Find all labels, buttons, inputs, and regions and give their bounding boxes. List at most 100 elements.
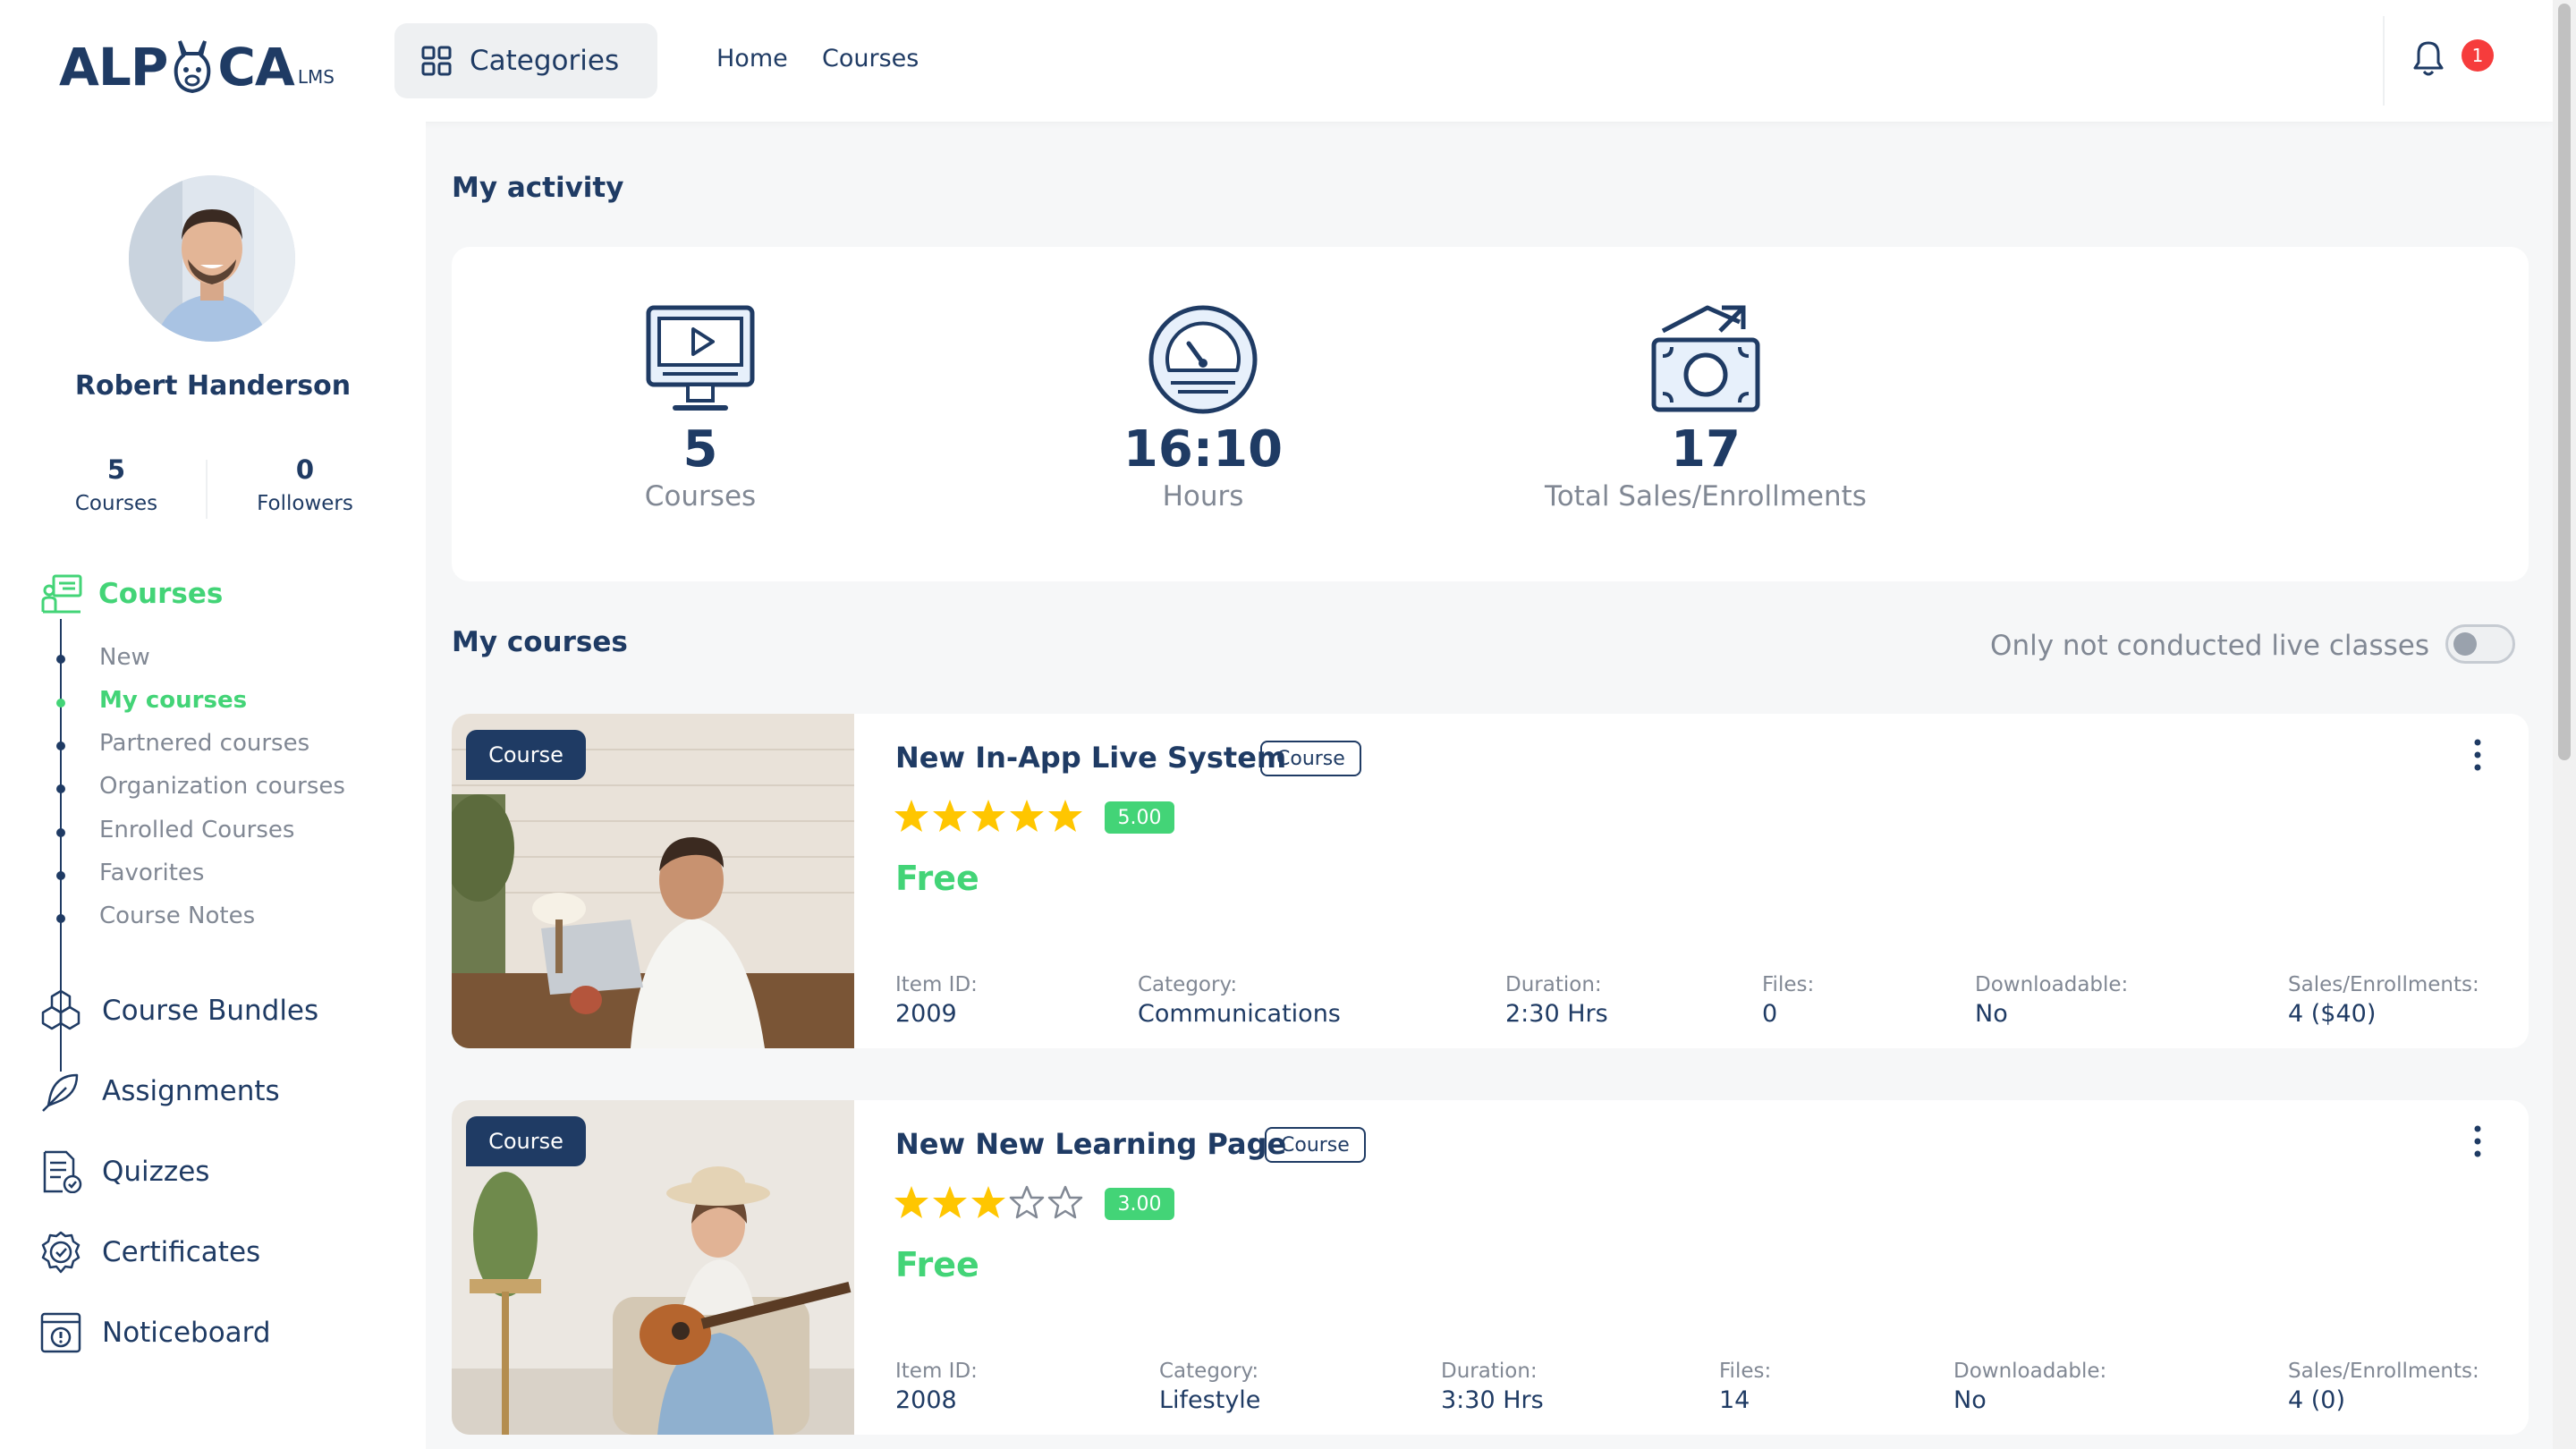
meta-value: Communications (1138, 1000, 1341, 1028)
user-name: Robert Handerson (74, 370, 352, 402)
more-vertical-icon[interactable] (2473, 737, 2482, 773)
sidebar-item-quizzes[interactable]: Quizzes (39, 1150, 209, 1193)
stat-divider (206, 460, 208, 519)
star-filled-icon (933, 1186, 967, 1218)
submenu-item-new[interactable]: New (99, 644, 150, 671)
meta-label: Item ID: (895, 973, 978, 996)
rating-badge: 5.00 (1105, 801, 1174, 834)
sidebar-item-courses[interactable]: Courses (41, 574, 223, 614)
submenu-item-organization-courses[interactable]: Organization courses (99, 773, 345, 800)
course-bundles-label: Course Bundles (102, 995, 319, 1027)
meta-value: 0 (1762, 1000, 1778, 1028)
meta-value: 14 (1719, 1386, 1750, 1414)
star-outline-icon (1009, 1185, 1045, 1219)
sidebar-item-certificates[interactable]: Certificates (39, 1231, 260, 1274)
notification-count-badge[interactable]: 1 (2462, 39, 2494, 72)
meta-label: Sales/Enrollments: (2288, 1360, 2479, 1383)
courses-stat: 5 Courses (27, 454, 206, 515)
course-price: Free (895, 859, 979, 898)
meta-label: Files: (1719, 1360, 1772, 1383)
meta-label: Sales/Enrollments: (2288, 973, 2479, 996)
meta-sales: Sales/Enrollments: 4 (0) (2288, 1360, 2479, 1414)
user-portrait-image (129, 175, 295, 342)
star-filled-icon (933, 800, 967, 832)
meta-item-id: Item ID: 2009 (895, 973, 978, 1028)
quiz-sheet-icon (43, 1150, 82, 1193)
scrollbar-thumb[interactable] (2558, 4, 2571, 760)
certificate-badge-icon (41, 1231, 80, 1274)
meta-sales: Sales/Enrollments: 4 ($40) (2288, 973, 2479, 1028)
quizzes-label: Quizzes (102, 1156, 210, 1188)
top-header: ALP CA LMS Categories Home Courses 1 (0, 0, 2553, 122)
course-thumbnail[interactable]: Course (452, 714, 854, 1048)
meta-label: Downloadable: (1953, 1360, 2107, 1383)
courses-count-label: Courses (74, 492, 158, 515)
star-filled-icon (971, 800, 1005, 832)
submenu-item-course-notes[interactable]: Course Notes (99, 902, 255, 929)
meta-category: Category: Communications (1138, 973, 1341, 1028)
course-card[interactable]: Course New In-App Live System Course 5.0… (452, 714, 2529, 1048)
logo-text-right: CA (217, 37, 294, 97)
course-thumbnail[interactable]: Course (452, 1100, 854, 1435)
sidebar-courses-label: Courses (98, 578, 224, 610)
nav-home-link[interactable]: Home (716, 45, 788, 72)
activity-sales: 17 Total Sales/Enrollments (1500, 304, 1911, 513)
submenu-dot (56, 871, 65, 880)
submenu-item-my-courses[interactable]: My courses (99, 687, 247, 714)
star-filled-icon (894, 1186, 928, 1218)
live-classes-toggle[interactable] (2445, 624, 2515, 664)
page-scrollbar[interactable] (2553, 0, 2576, 1449)
certificates-label: Certificates (102, 1236, 261, 1268)
sidebar-item-assignments[interactable]: Assignments (39, 1070, 280, 1113)
meta-label: Downloadable: (1975, 973, 2129, 996)
meta-downloadable: Downloadable: No (1975, 973, 2128, 1028)
activity-card: 5 Courses 16:10 Hours 17 Total Sales/Enr… (452, 247, 2529, 581)
submenu-item-favorites[interactable]: Favorites (99, 860, 204, 886)
course-price: Free (895, 1245, 979, 1284)
course-board-icon (41, 574, 82, 614)
activity-sales-value: 17 (1671, 420, 1741, 479)
course-title[interactable]: New In-App Live System (895, 741, 1286, 775)
sidebar-item-course-bundles[interactable]: Course Bundles (39, 989, 318, 1032)
submenu-dot (56, 914, 65, 923)
assignments-label: Assignments (102, 1075, 280, 1107)
noticeboard-icon (40, 1312, 81, 1353)
sidebar-item-noticeboard[interactable]: Noticeboard (39, 1311, 271, 1354)
categories-label: Categories (470, 45, 620, 77)
sidebar: Robert Handerson 5 Courses 0 Followers C… (0, 122, 426, 1449)
meta-value: 3:30 Hrs (1441, 1386, 1544, 1414)
meta-category: Category: Lifestyle (1159, 1360, 1260, 1414)
course-card[interactable]: Course New New Learning Page Course 3.00… (452, 1100, 2529, 1435)
course-type-tag: Course (1260, 741, 1361, 776)
nav-courses-link[interactable]: Courses (822, 45, 919, 72)
followers-count: 0 (295, 454, 315, 485)
bell-icon[interactable] (2411, 39, 2445, 77)
submenu-dot (56, 784, 65, 793)
grid-icon (421, 46, 452, 76)
meta-value: 4 (0) (2288, 1386, 2346, 1414)
submenu-item-enrolled-courses[interactable]: Enrolled Courses (99, 817, 294, 843)
submenu-item-partnered-courses[interactable]: Partnered courses (99, 730, 309, 757)
noticeboard-label: Noticeboard (102, 1317, 271, 1349)
meta-label: Duration: (1505, 973, 1602, 996)
my-courses-title: My courses (452, 626, 628, 658)
avatar[interactable] (129, 175, 295, 342)
rating-stars (894, 1184, 1086, 1220)
meta-value: 4 ($40) (2288, 1000, 2377, 1028)
star-filled-icon (894, 800, 928, 832)
submenu-dot (56, 655, 65, 664)
course-title[interactable]: New New Learning Page (895, 1127, 1286, 1161)
followers-count-label: Followers (257, 492, 353, 515)
llama-icon (174, 40, 211, 93)
star-outline-icon (1047, 1185, 1083, 1219)
more-vertical-icon[interactable] (2473, 1123, 2482, 1159)
meta-label: Files: (1762, 973, 1815, 996)
meta-duration: Duration: 3:30 Hrs (1441, 1360, 1544, 1414)
categories-button[interactable]: Categories (394, 23, 657, 98)
alpaca-lms-logo[interactable]: ALP CA LMS (59, 30, 335, 93)
rating-badge: 3.00 (1105, 1188, 1174, 1220)
meta-label: Category: (1159, 1360, 1259, 1383)
courses-count: 5 (106, 454, 126, 485)
meta-value: Lifestyle (1159, 1386, 1261, 1414)
submenu-dot (56, 741, 65, 750)
